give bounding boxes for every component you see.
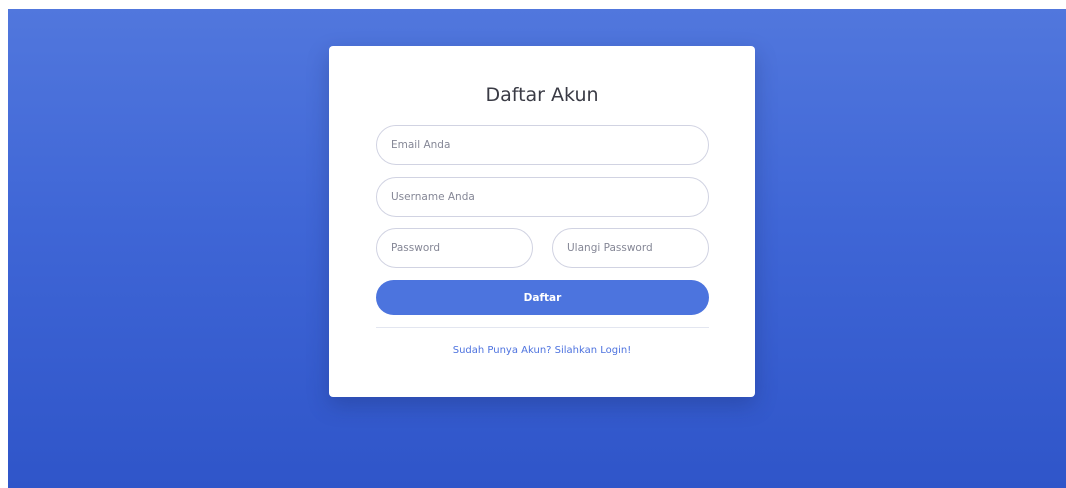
register-card: Daftar Akun Daftar Sudah Punya Akun? Sil… <box>329 46 755 397</box>
password-field[interactable] <box>376 228 533 268</box>
login-link[interactable]: Sudah Punya Akun? Silahkan Login! <box>329 345 755 356</box>
register-button[interactable]: Daftar <box>376 280 709 315</box>
email-field[interactable] <box>376 125 709 165</box>
username-field[interactable] <box>376 177 709 217</box>
divider <box>376 327 709 328</box>
page-title: Daftar Akun <box>485 84 599 106</box>
repeat-password-field[interactable] <box>552 228 709 268</box>
page-background: Daftar Akun Daftar Sudah Punya Akun? Sil… <box>8 9 1066 488</box>
